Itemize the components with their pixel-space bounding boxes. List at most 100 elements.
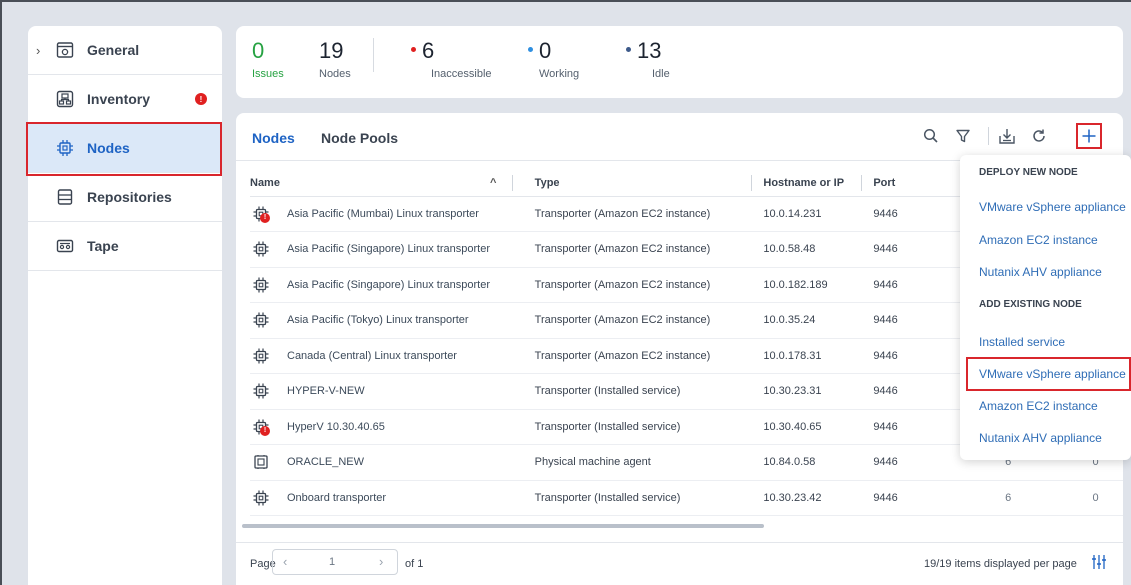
- page-size-settings-icon[interactable]: [1092, 554, 1106, 575]
- stat-working[interactable]: 0 Working: [528, 40, 579, 80]
- cell-port: 9446: [873, 267, 949, 303]
- cell-port: 9446: [873, 231, 949, 268]
- stat-label: Working: [539, 68, 580, 80]
- cell-hostname: 10.30.23.31: [763, 373, 874, 410]
- node-name[interactable]: ORACLE_NEW: [287, 456, 364, 468]
- tape-icon: [56, 239, 74, 253]
- cell-hostname: 10.0.35.24: [763, 302, 874, 339]
- table-row[interactable]: Onboard transporter Transporter (Install…: [250, 480, 1123, 516]
- column-header-port[interactable]: Port: [861, 171, 949, 197]
- sort-ascending-icon[interactable]: ^: [490, 177, 496, 189]
- node-name[interactable]: HyperV 10.30.40.65: [287, 421, 385, 433]
- stat-divider: [373, 38, 374, 72]
- node-chip-icon: [253, 490, 269, 506]
- node-name[interactable]: Asia Pacific (Mumbai) Linux transporter: [287, 208, 479, 220]
- node-name[interactable]: Canada (Central) Linux transporter: [287, 350, 457, 362]
- prev-page-icon[interactable]: ‹: [283, 554, 287, 569]
- cell-port: 9446: [873, 302, 949, 339]
- repository-icon: [57, 189, 73, 205]
- filter-icon[interactable]: [952, 125, 974, 147]
- menu-section-deploy: DEPLOY NEW NODE: [979, 167, 1078, 178]
- agent-icon: [253, 454, 269, 470]
- highlight-vsphere-outline: [966, 357, 1131, 391]
- sidebar-item-label: General: [87, 42, 140, 58]
- search-icon[interactable]: [920, 125, 942, 147]
- menu-section-existing: ADD EXISTING NODE: [979, 299, 1082, 310]
- cell-type: Transporter (Amazon EC2 instance): [526, 338, 764, 374]
- alert-badge: !: [195, 93, 207, 105]
- cell-name[interactable]: Canada (Central) Linux transporter: [250, 338, 527, 374]
- menu-item-installed-service[interactable]: Installed service: [979, 335, 1065, 349]
- cell-port: 9446: [873, 338, 949, 374]
- items-per-page-text: 19/19 items displayed per page: [924, 558, 1077, 570]
- error-icon: !: [260, 212, 270, 223]
- sidebar-item-label: Inventory: [87, 91, 151, 107]
- stat-value: 6: [422, 38, 435, 63]
- cell-type: Transporter (Amazon EC2 instance): [526, 302, 764, 339]
- tab-node-pools[interactable]: Node Pools: [321, 130, 398, 146]
- window-frame-left: [0, 0, 2, 585]
- stat-label: Issues: [252, 68, 284, 80]
- cell-name[interactable]: Asia Pacific (Tokyo) Linux transporter: [250, 302, 527, 339]
- node-name[interactable]: Asia Pacific (Singapore) Linux transport…: [287, 279, 490, 291]
- sidebar-item-tape[interactable]: Tape: [28, 222, 222, 271]
- cell-name[interactable]: ! Asia Pacific (Mumbai) Linux transporter: [250, 196, 527, 232]
- column-divider: [512, 175, 513, 191]
- cell-name[interactable]: Onboard transporter: [250, 480, 527, 516]
- column-header-type[interactable]: Type: [526, 171, 764, 197]
- horizontal-scrollbar[interactable]: [242, 524, 764, 528]
- cell-name[interactable]: ! HyperV 10.30.40.65: [250, 409, 527, 445]
- error-icon: !: [260, 425, 270, 436]
- cell-type: Transporter (Amazon EC2 instance): [526, 231, 764, 268]
- sidebar-item-label: Repositories: [87, 189, 172, 205]
- stat-inaccessible[interactable]: 6 Inaccessible: [411, 40, 492, 80]
- sidebar-item-general[interactable]: › General: [28, 26, 222, 75]
- general-icon: [56, 42, 74, 58]
- cell-port: 9446: [873, 196, 949, 232]
- next-page-icon[interactable]: ›: [379, 554, 383, 569]
- stat-label: Inaccessible: [431, 68, 492, 80]
- node-name[interactable]: Onboard transporter: [287, 492, 386, 504]
- stat-value: 0: [252, 38, 265, 63]
- cell-name[interactable]: ORACLE_NEW: [250, 444, 527, 481]
- stat-idle[interactable]: 13 Idle: [626, 40, 670, 80]
- pagination-control[interactable]: ‹ 1 ›: [272, 549, 398, 575]
- cell-type: Physical machine agent: [526, 444, 764, 481]
- node-chip-icon: [253, 312, 269, 328]
- add-icon[interactable]: [1076, 123, 1102, 149]
- refresh-icon[interactable]: [1028, 125, 1050, 147]
- stat-value: 13: [637, 38, 662, 63]
- cell-hostname: 10.0.14.231: [763, 196, 874, 232]
- page-number-input[interactable]: 1: [329, 556, 335, 568]
- cell-name[interactable]: HYPER-V-NEW: [250, 373, 527, 410]
- column-divider: [751, 175, 753, 191]
- cell-type: Transporter (Amazon EC2 instance): [526, 196, 764, 232]
- node-name[interactable]: Asia Pacific (Singapore) Linux transport…: [287, 243, 490, 255]
- toolbar-divider: [988, 127, 989, 145]
- stat-label: Idle: [652, 68, 670, 80]
- menu-item-deploy-ec2[interactable]: Amazon EC2 instance: [979, 233, 1098, 247]
- stat-nodes[interactable]: 19 Nodes: [319, 40, 351, 81]
- column-divider: [861, 175, 863, 191]
- tab-nodes[interactable]: Nodes: [252, 130, 295, 146]
- sidebar-item-repositories[interactable]: Repositories: [28, 173, 222, 222]
- node-name[interactable]: Asia Pacific (Tokyo) Linux transporter: [287, 314, 469, 326]
- export-icon[interactable]: [996, 125, 1018, 147]
- inventory-icon: [56, 90, 74, 108]
- sidebar: › General Inventory ! Nodes Repositories…: [28, 26, 222, 585]
- menu-item-deploy-nutanix[interactable]: Nutanix AHV appliance: [979, 265, 1102, 279]
- cell-port: 9446: [873, 409, 949, 445]
- chevron-right-icon[interactable]: ›: [36, 43, 40, 58]
- cell-name[interactable]: Asia Pacific (Singapore) Linux transport…: [250, 267, 527, 303]
- menu-item-existing-ec2[interactable]: Amazon EC2 instance: [979, 399, 1098, 413]
- cell-name[interactable]: Asia Pacific (Singapore) Linux transport…: [250, 231, 527, 268]
- menu-item-existing-nutanix[interactable]: Nutanix AHV appliance: [979, 431, 1102, 445]
- menu-item-deploy-vsphere[interactable]: VMware vSphere appliance: [979, 200, 1126, 214]
- column-header-hostname[interactable]: Hostname or IP: [751, 171, 874, 197]
- column-header-name[interactable]: Name ^: [250, 171, 527, 197]
- stat-issues[interactable]: 0 Issues: [252, 38, 284, 81]
- node-name[interactable]: HYPER-V-NEW: [287, 385, 365, 397]
- sidebar-item-inventory[interactable]: Inventory !: [28, 75, 222, 124]
- cell-hostname: 10.30.40.65: [763, 409, 874, 445]
- node-chip-icon: [253, 383, 269, 399]
